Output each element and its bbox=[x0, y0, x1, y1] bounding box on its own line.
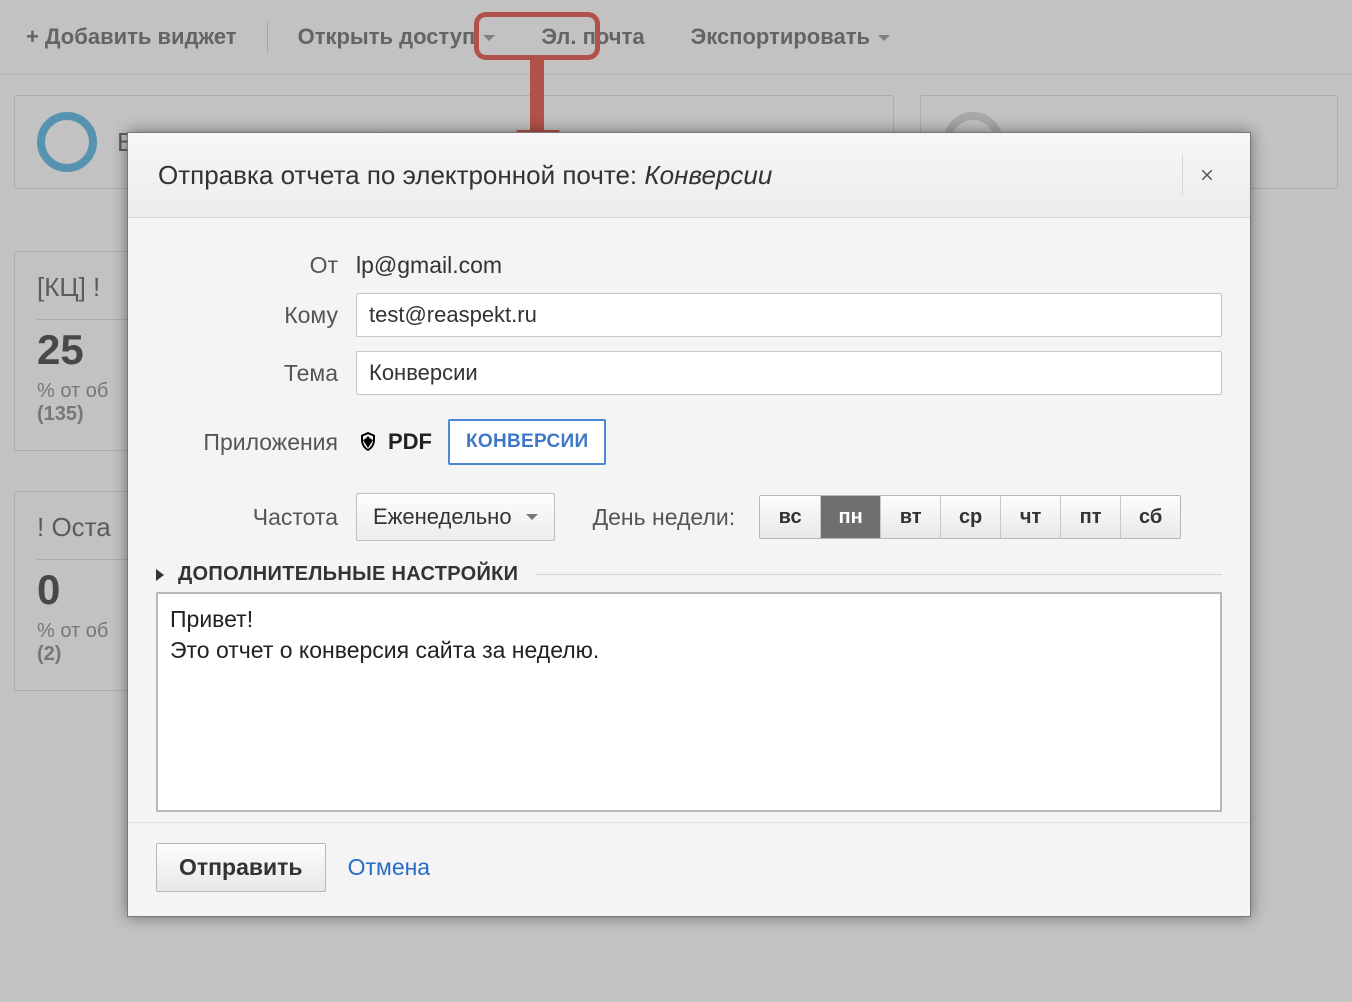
dialog-footer: Отправить Отмена bbox=[128, 822, 1250, 916]
advanced-label: ДОПОЛНИТЕЛЬНЫЕ НАСТРОЙКИ bbox=[178, 563, 518, 586]
subject-field[interactable] bbox=[356, 351, 1222, 395]
row-from: От lp@gmail.com bbox=[156, 252, 1222, 279]
send-button[interactable]: Отправить bbox=[156, 843, 326, 892]
dialog-title: Отправка отчета по электронной почте: Ко… bbox=[158, 160, 772, 191]
divider bbox=[536, 574, 1222, 575]
dow-fr[interactable]: пт bbox=[1060, 496, 1120, 538]
dialog-title-prefix: Отправка отчета по электронной почте: bbox=[158, 160, 644, 190]
chevron-right-icon bbox=[156, 569, 170, 581]
dow-we[interactable]: ср bbox=[940, 496, 1000, 538]
value-from: lp@gmail.com bbox=[356, 252, 502, 279]
cancel-button[interactable]: Отмена bbox=[348, 854, 431, 881]
email-dialog: Отправка отчета по электронной почте: Ко… bbox=[127, 132, 1251, 917]
attachment-format-label: PDF bbox=[388, 429, 432, 455]
label-from: От bbox=[156, 252, 356, 279]
row-to: Кому bbox=[156, 293, 1222, 337]
cancel-label: Отмена bbox=[348, 854, 431, 880]
send-label: Отправить bbox=[179, 854, 303, 880]
frequency-area: Еженедельно День недели: вс пн вт ср чт … bbox=[356, 493, 1181, 541]
label-attachments: Приложения bbox=[156, 429, 356, 456]
message-body-field[interactable] bbox=[156, 592, 1222, 812]
attachment-chip-label: КОНВЕРСИИ bbox=[466, 431, 588, 452]
dialog-report-name: Конверсии bbox=[644, 160, 772, 190]
day-of-week-group: вс пн вт ср чт пт сб bbox=[759, 495, 1181, 539]
label-to: Кому bbox=[156, 302, 356, 329]
label-day-of-week: День недели: bbox=[593, 504, 736, 531]
attachment-chip[interactable]: КОНВЕРСИИ bbox=[448, 419, 606, 465]
to-field[interactable] bbox=[356, 293, 1222, 337]
label-frequency: Частота bbox=[156, 504, 356, 531]
label-subject: Тема bbox=[156, 360, 356, 387]
dow-sa[interactable]: сб bbox=[1120, 496, 1180, 538]
row-subject: Тема bbox=[156, 351, 1222, 395]
dialog-header: Отправка отчета по электронной почте: Ко… bbox=[128, 133, 1250, 218]
row-attachments: Приложения PDF КОНВЕРСИИ bbox=[156, 419, 1222, 465]
dow-th[interactable]: чт bbox=[1000, 496, 1060, 538]
frequency-select[interactable]: Еженедельно bbox=[356, 493, 555, 541]
dialog-body: От lp@gmail.com Кому Тема Приложения PDF… bbox=[128, 218, 1250, 822]
attach-area: PDF КОНВЕРСИИ bbox=[356, 419, 606, 465]
close-icon bbox=[1198, 166, 1216, 184]
frequency-value: Еженедельно bbox=[373, 504, 512, 530]
dow-mo[interactable]: пн bbox=[820, 496, 880, 538]
pdf-icon bbox=[356, 430, 380, 454]
dow-tu[interactable]: вт bbox=[880, 496, 940, 538]
attachment-format[interactable]: PDF bbox=[356, 429, 432, 455]
row-frequency: Частота Еженедельно День недели: вс пн в… bbox=[156, 493, 1222, 541]
dow-su[interactable]: вс bbox=[760, 496, 820, 538]
close-button[interactable] bbox=[1182, 155, 1230, 195]
advanced-toggle[interactable]: ДОПОЛНИТЕЛЬНЫЕ НАСТРОЙКИ bbox=[156, 563, 1222, 586]
